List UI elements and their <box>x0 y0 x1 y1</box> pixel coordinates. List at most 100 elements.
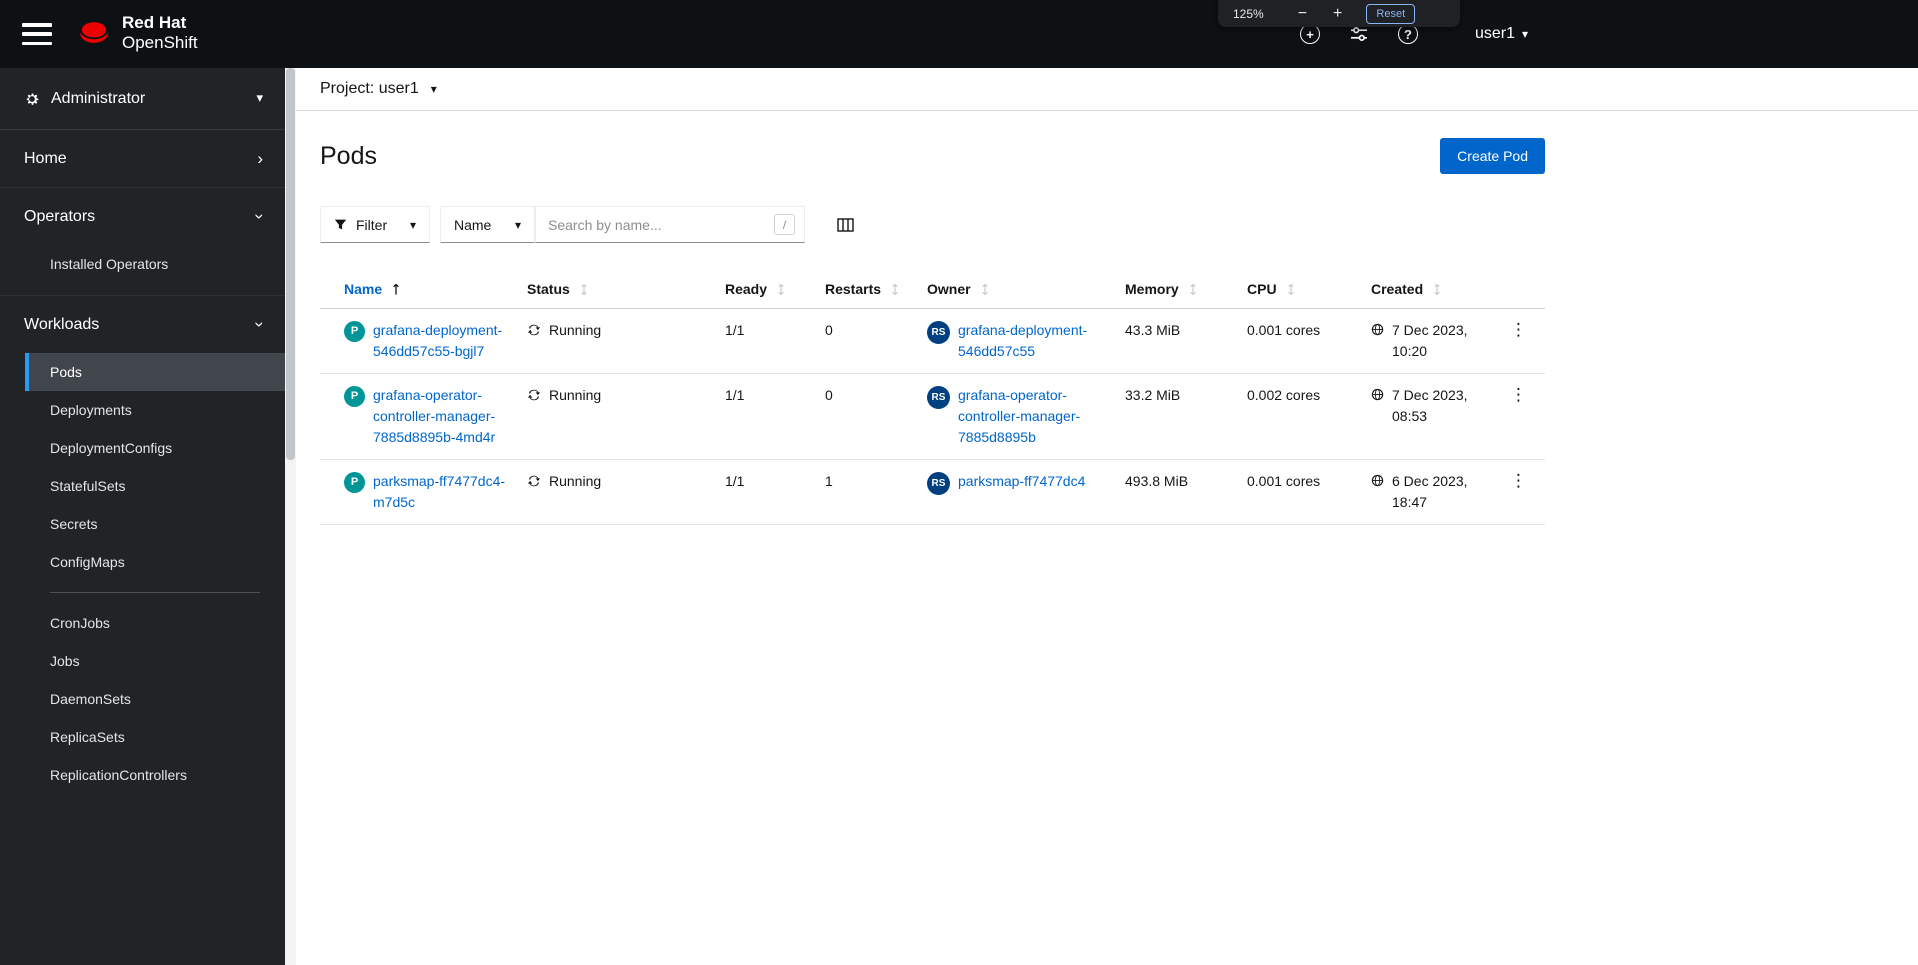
cpu-cell: 0.002 cores <box>1247 387 1321 403</box>
column-header-owner[interactable]: Owner <box>927 270 1125 308</box>
sidebar-item-workloads[interactable]: Workloads › <box>0 296 285 353</box>
project-selector[interactable]: Project: user1 <box>320 80 419 98</box>
ready-cell: 1/1 <box>725 322 745 338</box>
main-content: Pods Create Pod Filter ▾ Name ▾ / <box>296 111 1918 965</box>
brand-line2: OpenShift <box>122 33 198 53</box>
sidebar-item-label: Deployments <box>50 402 132 418</box>
table-row: P grafana-operator-controller-manager-78… <box>320 374 1545 460</box>
owner-cell: RS grafana-operator-controller-manager-7… <box>927 374 1125 459</box>
sidebar-item-statefulsets[interactable]: StatefulSets <box>0 467 285 505</box>
caret-down-icon[interactable]: ▾ <box>431 82 437 96</box>
column-header-ready[interactable]: Ready <box>725 270 825 308</box>
user-menu[interactable]: user1 ▾ <box>1475 0 1528 68</box>
browser-zoom-popup: 125% − + Reset <box>1218 0 1460 27</box>
manage-columns-icon[interactable] <box>837 217 854 233</box>
sidebar-item-replicationcontrollers[interactable]: ReplicationControllers <box>0 756 285 794</box>
sync-running-icon <box>527 324 541 336</box>
column-header-name[interactable]: Name <box>320 270 527 308</box>
replicaset-badge: RS <box>927 320 950 344</box>
sidebar-item-label: Operators <box>24 207 96 225</box>
ready-cell: 1/1 <box>725 473 745 489</box>
attribute-dropdown-label: Name <box>454 216 492 233</box>
memory-cell: 33.2 MiB <box>1125 387 1181 403</box>
pod-name-cell: P parksmap-ff7477dc4-m7d5c <box>320 460 527 524</box>
restarts-cell: 1 <box>825 473 833 489</box>
sidebar-item-label: Installed Operators <box>50 256 169 272</box>
owner-link[interactable]: grafana-deployment-546dd57c55 <box>958 320 1117 362</box>
sidebar-item-configmaps[interactable]: ConfigMaps <box>0 543 285 581</box>
zoom-reset-button[interactable]: Reset <box>1366 3 1416 24</box>
sidebar-item-daemonsets[interactable]: DaemonSets <box>0 680 285 718</box>
owner-link[interactable]: parksmap-ff7477dc4 <box>958 471 1085 492</box>
pod-name-cell: P grafana-operator-controller-manager-78… <box>320 374 527 459</box>
search-box: / <box>535 206 805 243</box>
workloads-sublist: Pods Deployments DeploymentConfigs State… <box>0 353 285 806</box>
sidebar-item-secrets[interactable]: Secrets <box>0 505 285 543</box>
status-text: Running <box>549 473 602 489</box>
status-cell: Running <box>527 460 725 524</box>
sidebar-item-cronjobs[interactable]: CronJobs <box>0 604 285 642</box>
brand-logo: Red Hat OpenShift <box>76 13 198 54</box>
sidebar-item-deploymentconfigs[interactable]: DeploymentConfigs <box>0 429 285 467</box>
kebab-menu-icon[interactable]: ⋮ <box>1504 385 1533 406</box>
actions-cell: ⋮ <box>1500 460 1545 524</box>
zoom-out-button[interactable]: − <box>1294 5 1311 22</box>
memory-cell: 493.8 MiB <box>1125 473 1189 489</box>
sidebar-item-jobs[interactable]: Jobs <box>0 642 285 680</box>
sidebar-item-replicasets[interactable]: ReplicaSets <box>0 718 285 756</box>
sidebar-item-installed-operators[interactable]: Installed Operators <box>0 245 285 283</box>
kebab-menu-icon[interactable]: ⋮ <box>1504 320 1533 341</box>
column-header-status[interactable]: Status <box>527 270 725 308</box>
zoom-in-button[interactable]: + <box>1329 5 1346 22</box>
table-row: P grafana-deployment-546dd57c55-bgjl7 Ru… <box>320 309 1545 374</box>
filter-funnel-icon <box>334 219 347 230</box>
pod-link[interactable]: grafana-deployment-546dd57c55-bgjl7 <box>373 320 519 362</box>
status-text: Running <box>549 387 602 403</box>
brand-line1: Red Hat <box>122 13 187 32</box>
sidebar-item-home[interactable]: Home › <box>0 130 285 187</box>
created-cell: 6 Dec 2023, 18:47 <box>1371 460 1500 524</box>
status-text: Running <box>549 322 602 338</box>
sidebar-scrollbar[interactable] <box>285 68 296 965</box>
project-bar: Project: user1 ▾ <box>296 68 1918 111</box>
plus-circle-icon[interactable]: + <box>1300 24 1320 44</box>
column-header-memory[interactable]: Memory <box>1125 270 1247 308</box>
replicaset-badge: RS <box>927 385 950 409</box>
sidebar-item-pods[interactable]: Pods <box>25 353 285 391</box>
caret-down-icon: ▾ <box>409 217 416 232</box>
perspective-switcher[interactable]: Administrator ▾ <box>0 68 285 130</box>
sidebar-item-label: Pods <box>50 364 82 380</box>
filter-dropdown[interactable]: Filter ▾ <box>320 206 430 243</box>
sidebar-item-label: Secrets <box>50 516 98 532</box>
masthead: Red Hat OpenShift + ? user1 ▾ 125% − + R… <box>0 0 1918 68</box>
search-attribute-dropdown[interactable]: Name ▾ <box>440 206 535 243</box>
menu-icon[interactable] <box>20 20 54 48</box>
scrollbar-thumb[interactable] <box>286 68 295 460</box>
brand-text: Red Hat OpenShift <box>122 13 198 54</box>
column-header-restarts[interactable]: Restarts <box>825 270 927 308</box>
column-header-created[interactable]: Created <box>1371 270 1500 308</box>
owner-link[interactable]: grafana-operator-controller-manager-7885… <box>958 385 1117 448</box>
settings-sliders-icon[interactable] <box>1349 24 1369 44</box>
globe-icon <box>1371 388 1384 401</box>
pod-link[interactable]: parksmap-ff7477dc4-m7d5c <box>373 471 519 513</box>
sidebar-item-label: ReplicaSets <box>50 729 125 745</box>
sidebar-item-operators[interactable]: Operators › <box>0 188 285 245</box>
column-header-cpu[interactable]: CPU <box>1247 270 1371 308</box>
username: user1 <box>1475 25 1516 42</box>
restarts-cell: 0 <box>825 387 833 403</box>
cpu-cell: 0.001 cores <box>1247 473 1321 489</box>
pod-link[interactable]: grafana-operator-controller-manager-7885… <box>373 385 519 448</box>
nav-group-operators: Operators › Installed Operators <box>0 188 285 296</box>
kebab-menu-icon[interactable]: ⋮ <box>1504 471 1533 492</box>
help-circle-icon[interactable]: ? <box>1398 24 1418 44</box>
sidebar-item-deployments[interactable]: Deployments <box>0 391 285 429</box>
table-row: P parksmap-ff7477dc4-m7d5c Running 1/1 1… <box>320 460 1545 525</box>
question-glyph: ? <box>1398 24 1418 44</box>
sidebar-item-label: Workloads <box>24 315 100 333</box>
keyboard-shortcut-hint: / <box>774 214 795 235</box>
create-pod-button[interactable]: Create Pod <box>1440 138 1545 174</box>
search-input[interactable] <box>548 216 774 233</box>
chevron-right-icon: › <box>257 149 263 168</box>
caret-down-icon: ▾ <box>1522 27 1529 41</box>
